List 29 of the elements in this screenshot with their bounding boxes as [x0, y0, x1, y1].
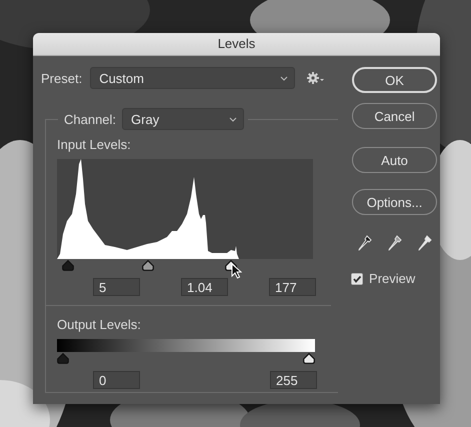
section-label: Input Levels: — [57, 137, 131, 152]
caret-icon — [229, 116, 238, 122]
dialog-button[interactable]: Auto — [352, 147, 438, 173]
settings-icon[interactable] — [307, 72, 326, 84]
eyedropper-icon[interactable] — [358, 235, 372, 251]
caret-icon — [280, 76, 288, 80]
channel-label: Channel: — [64, 112, 116, 126]
input-field[interactable]: 0 — [93, 371, 140, 389]
section-label: Output Levels: — [57, 317, 141, 332]
slider-thumb[interactable] — [57, 353, 69, 364]
cursor-icon — [231, 263, 242, 279]
input-field[interactable]: 1.04 — [181, 278, 228, 296]
preset-label: Preset: — [41, 70, 82, 86]
eyedropper-icon[interactable] — [388, 235, 402, 251]
input-field[interactable]: 255 — [270, 371, 317, 389]
preset-dropdown[interactable]: Custom — [90, 67, 296, 89]
slider-thumb[interactable] — [142, 260, 154, 271]
checkbox-label[interactable]: Preview — [369, 271, 416, 286]
dialog-button[interactable]: Options... — [352, 189, 438, 215]
slider-thumb[interactable] — [303, 353, 315, 364]
dialog-button[interactable]: OK — [352, 67, 438, 93]
window-title: Levels — [218, 36, 256, 51]
slider-thumb[interactable] — [62, 260, 74, 271]
input-field[interactable]: 5 — [93, 278, 140, 296]
eyedropper-icon[interactable] — [418, 235, 432, 251]
dialog-button[interactable]: Cancel — [352, 103, 438, 129]
channel-dropdown[interactable]: Gray — [122, 108, 244, 130]
checkbox[interactable] — [351, 272, 364, 284]
input-field[interactable]: 177 — [269, 278, 316, 296]
